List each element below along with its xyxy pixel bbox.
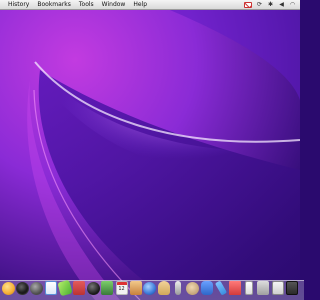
dashboard-icon[interactable] — [15, 279, 29, 297]
address-book-icon[interactable] — [72, 279, 86, 297]
finder-icon[interactable] — [1, 279, 15, 297]
gmail-icon[interactable] — [244, 1, 252, 8]
flag-icon[interactable] — [228, 279, 242, 297]
menu-bar: History Bookmarks Tools Window Help ⟳ ✱ … — [0, 0, 300, 10]
wifi-icon[interactable]: ◠ — [289, 1, 296, 8]
mail-icon[interactable] — [44, 279, 58, 297]
sync-icon[interactable]: ⟳ — [256, 1, 263, 8]
ipod-icon[interactable] — [242, 279, 256, 297]
chat-icon[interactable] — [29, 279, 43, 297]
terminal-icon[interactable] — [285, 279, 299, 297]
safari-icon[interactable] — [143, 279, 157, 297]
microphone-icon[interactable] — [171, 279, 185, 297]
photo-icon[interactable] — [129, 279, 143, 297]
menu-bookmarks[interactable]: Bookmarks — [33, 0, 75, 10]
menu-tools[interactable]: Tools — [75, 0, 98, 10]
volume-icon[interactable]: ◀ — [278, 1, 285, 8]
menu-status-area: ⟳ ✱ ◀ ◠ — [244, 0, 300, 10]
calendar-icon[interactable]: 12 — [115, 279, 129, 297]
menu-help[interactable]: Help — [129, 0, 151, 10]
desktop-wallpaper — [0, 0, 300, 300]
dock: 12 — [0, 272, 300, 300]
bluetooth-icon[interactable]: ✱ — [267, 1, 274, 8]
menu-window[interactable]: Window — [98, 0, 130, 10]
presentation-icon[interactable] — [256, 279, 270, 297]
green-app-icon[interactable] — [57, 279, 73, 297]
utilities-icon[interactable] — [100, 279, 114, 297]
globe-icon[interactable] — [86, 279, 100, 297]
pencil-icon[interactable] — [214, 279, 228, 297]
menu-history[interactable]: History — [4, 0, 33, 10]
display-icon[interactable] — [271, 279, 285, 297]
guitar-icon[interactable] — [157, 279, 171, 297]
calendar-date: 12 — [118, 286, 125, 292]
blue-app-icon[interactable] — [200, 279, 214, 297]
menu-items: History Bookmarks Tools Window Help — [0, 0, 151, 10]
mask-icon[interactable] — [185, 279, 199, 297]
